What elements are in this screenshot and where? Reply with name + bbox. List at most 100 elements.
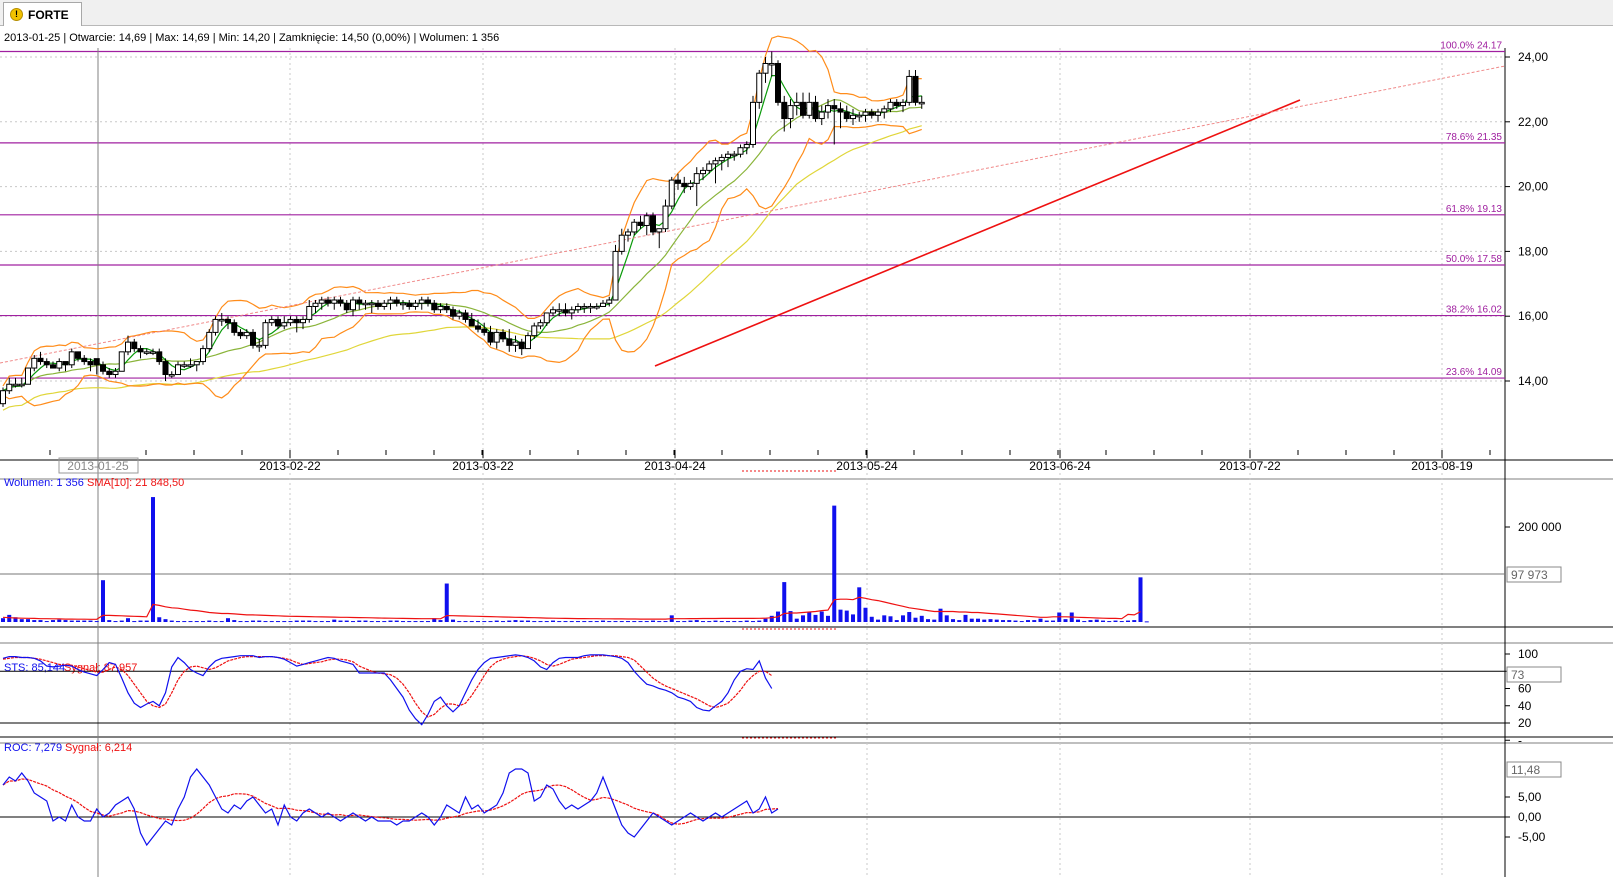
candle-body xyxy=(793,101,800,107)
volume-bar xyxy=(638,621,643,623)
candle-body xyxy=(400,302,406,306)
volume-bar xyxy=(857,587,862,622)
candle-body xyxy=(425,299,431,304)
volume-bar xyxy=(994,619,999,622)
fibonacci-level-label: 50.0% 17.58 xyxy=(1446,254,1503,265)
volume-bar xyxy=(932,619,937,622)
volume-bar xyxy=(1101,620,1105,622)
candle-body xyxy=(725,153,731,158)
candle-body xyxy=(318,299,325,304)
x-tick-label: 2013-05-24 xyxy=(836,459,898,473)
candle-body xyxy=(481,328,488,333)
sts-tick-label: - xyxy=(1518,733,1522,747)
candle-body xyxy=(87,361,94,366)
candle-body xyxy=(781,101,788,120)
fibonacci-level-label: 100.0% 24.17 xyxy=(1440,40,1502,51)
candle-body xyxy=(900,101,906,107)
volume-bar xyxy=(926,619,930,622)
candle-body xyxy=(575,305,581,311)
volume-bar xyxy=(157,617,162,622)
volume-bar xyxy=(644,621,649,623)
volume-legend: Wolumen: 1 356 xyxy=(4,477,84,489)
volume-bar xyxy=(938,608,943,622)
candle-body xyxy=(775,62,781,103)
candle-body xyxy=(12,383,19,387)
sts-tick-label: 100 xyxy=(1518,647,1538,661)
volume-bar xyxy=(276,621,280,623)
candle-body xyxy=(306,305,313,320)
volume-bar xyxy=(819,611,824,622)
candle-body xyxy=(100,364,106,372)
volume-bar xyxy=(238,621,243,623)
volume-bar xyxy=(951,619,955,622)
volume-bar xyxy=(613,621,618,623)
volume-bar xyxy=(144,620,149,622)
volume-bar xyxy=(844,610,849,622)
volume-bar xyxy=(451,619,455,622)
volume-marker-label: 97 973 xyxy=(1511,568,1548,582)
volume-bar xyxy=(626,621,630,623)
volume-bar xyxy=(1063,619,1068,622)
candle-body xyxy=(350,299,356,311)
volume-bar xyxy=(151,497,155,622)
candle-body xyxy=(468,318,475,327)
candle-body xyxy=(681,182,688,188)
volume-bar xyxy=(338,620,343,622)
volume-bar xyxy=(826,615,830,622)
volume-bar xyxy=(26,619,30,622)
volume-bar xyxy=(707,621,712,623)
candle-body xyxy=(81,357,88,363)
volume-bar xyxy=(469,621,474,623)
candle-body xyxy=(500,331,506,340)
volume-bar xyxy=(1107,621,1112,623)
volume-bar xyxy=(732,621,737,623)
candle-body xyxy=(412,302,419,307)
volume-bar xyxy=(19,619,24,622)
volume-bar xyxy=(701,621,705,623)
chart-area[interactable]: 14,00 16,00 18,00 20,00 22,00 24,00 100.0% 24.… xyxy=(0,0,1613,877)
candle-body xyxy=(193,361,200,366)
candle-body xyxy=(825,105,831,113)
candle-body xyxy=(537,322,544,327)
candle-body xyxy=(256,344,263,348)
candle-body xyxy=(150,351,156,354)
candle-body xyxy=(756,72,763,103)
volume-bar xyxy=(63,620,68,622)
candle-body xyxy=(625,231,631,236)
volume-sma-line xyxy=(2,596,1141,620)
volume-bar xyxy=(344,620,349,622)
volume-bar xyxy=(651,620,655,622)
candle-body xyxy=(856,114,863,118)
candle-body xyxy=(156,351,163,363)
candle-body xyxy=(418,299,425,304)
volume-bar xyxy=(413,621,418,623)
x-tick-label: 2013-02-22 xyxy=(259,459,321,473)
x-tick-label: 2013-06-24 xyxy=(1029,459,1091,473)
candle-body xyxy=(312,302,319,307)
roc-legend: ROC: 7,279 xyxy=(4,742,62,754)
volume-bar xyxy=(382,621,387,623)
candle-body xyxy=(718,156,725,162)
volume-bar xyxy=(813,614,818,622)
volume-bar xyxy=(201,621,205,623)
candle-body xyxy=(162,361,169,376)
volume-bar xyxy=(407,621,412,623)
volume-bar xyxy=(769,615,774,622)
candle-body xyxy=(493,331,500,343)
volume-bar xyxy=(876,619,880,622)
candle-body xyxy=(818,111,825,120)
candle-body xyxy=(612,250,619,301)
volume-bar xyxy=(969,618,974,622)
volume-bar xyxy=(532,621,537,623)
volume-bar xyxy=(1,618,5,622)
candle-body xyxy=(131,341,138,350)
volume-bar xyxy=(369,621,374,623)
volume-bar xyxy=(319,621,324,623)
volume-bar xyxy=(582,621,587,623)
candle-body xyxy=(787,105,794,120)
y-tick-label: 20,00 xyxy=(1518,180,1548,194)
candle-body xyxy=(56,361,63,369)
candle-body xyxy=(750,101,756,145)
roc-signal-legend: Sygnał: 6,214 xyxy=(65,742,132,754)
candle-body xyxy=(431,302,438,311)
